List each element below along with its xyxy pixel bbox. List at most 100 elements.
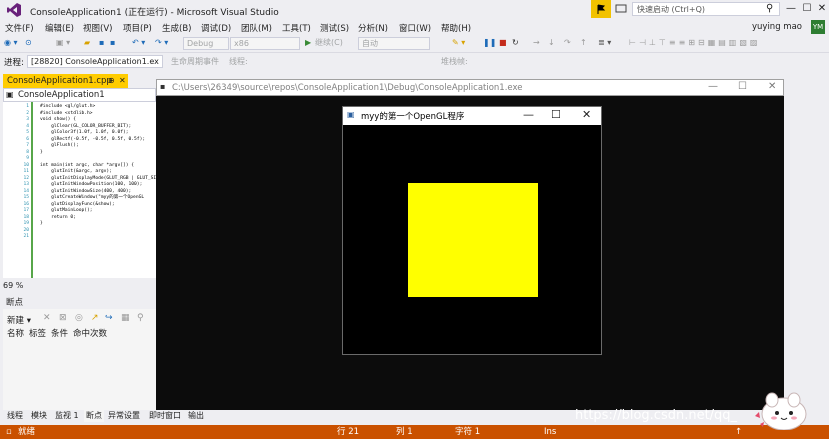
- thread-label: 线程:: [229, 57, 248, 66]
- status-character: 字符 1: [455, 427, 481, 437]
- menu-tools[interactable]: 工具(T): [282, 22, 311, 34]
- search-icon[interactable]: ⚲: [137, 313, 144, 323]
- export-icon[interactable]: ↗: [91, 313, 99, 323]
- search-icon: ⚲: [766, 3, 774, 14]
- platform-dropdown[interactable]: x86: [230, 37, 300, 50]
- menu-view[interactable]: 视图(V): [83, 22, 112, 34]
- show-next-statement-icon[interactable]: →: [533, 37, 540, 49]
- tab-immediate-window[interactable]: 即时窗口: [149, 410, 181, 422]
- console-icon: ▪: [160, 82, 166, 91]
- breakpoints-title: 断点: [6, 298, 24, 308]
- menu-file[interactable]: 文件(F): [5, 22, 34, 34]
- open-folder-icon[interactable]: ▰: [84, 37, 90, 49]
- status-column: 列 1: [396, 427, 413, 437]
- minimize-button[interactable]: —: [784, 2, 798, 16]
- close-tab-icon[interactable]: ✕: [119, 76, 126, 85]
- tab-threads[interactable]: 线程: [7, 410, 23, 422]
- status-icon: ▫: [6, 427, 12, 437]
- code-text[interactable]: #include <gl/glut.h> #include <stdlib.h>…: [40, 104, 156, 228]
- opengl-minimize-button[interactable]: —: [523, 108, 534, 121]
- restart-icon[interactable]: ↻: [512, 37, 519, 49]
- watermark-url: https://blog.csdn.net/qq_: [575, 408, 738, 423]
- menu-bar: 文件(F) 编辑(E) 视图(V) 项目(P) 生成(B) 调试(D) 团队(M…: [0, 21, 829, 35]
- columns-icon[interactable]: ▦: [121, 313, 130, 323]
- menu-window[interactable]: 窗口(W): [399, 22, 431, 34]
- step-over-icon[interactable]: ↷: [564, 37, 571, 49]
- user-name[interactable]: yuying mao: [752, 22, 802, 32]
- new-breakpoint-button[interactable]: 新建 ▾: [7, 314, 31, 326]
- continue-button[interactable]: 继续(C): [315, 37, 343, 49]
- configuration-dropdown[interactable]: Debug: [183, 37, 229, 50]
- status-line: 行 21: [337, 427, 360, 437]
- column-hit-count[interactable]: 命中次数: [73, 328, 107, 340]
- status-state: 就绪: [18, 427, 36, 437]
- menu-team[interactable]: 团队(M): [241, 22, 272, 34]
- menu-edit[interactable]: 编辑(E): [45, 22, 74, 34]
- console-maximize-button[interactable]: ☐: [738, 81, 747, 92]
- standard-toolbar: ◉ ▾ ⊙ ▣ ▾ ▰ ▪ ▪ ↶ ▾ ↷ ▾ Debug x86 ▶ 继续(C…: [0, 35, 829, 53]
- save-all-icon[interactable]: ▪: [110, 37, 115, 49]
- status-bar: ▫ 就绪 行 21 列 1 字符 1 Ins ↑: [0, 425, 829, 439]
- forward-icon[interactable]: ⊙: [25, 37, 32, 49]
- undo-icon[interactable]: ↶ ▾: [132, 37, 145, 49]
- toggle-breakpoints-icon[interactable]: ◎: [75, 313, 83, 323]
- back-icon[interactable]: ◉ ▾: [4, 37, 18, 49]
- tab-output[interactable]: 输出: [188, 410, 204, 422]
- continue-icon[interactable]: ▶: [305, 37, 311, 49]
- launch-dropdown[interactable]: 自动: [358, 37, 430, 50]
- alignment-tools-icon[interactable]: ⊢⊣⊥⊤≡≡⊞⊟▦▤▥▧▨: [629, 37, 760, 49]
- line-number: 21: [23, 234, 29, 239]
- line-numbers: 1 2 3 4 5 6 7 8 9 10 11 12 13 14 15 16 17 18 19 20 21: [3, 104, 29, 241]
- menu-debug[interactable]: 调试(D): [201, 22, 231, 34]
- opengl-close-button[interactable]: ✕: [582, 108, 591, 121]
- tab-watch-1[interactable]: 监视 1: [55, 410, 79, 422]
- menu-help[interactable]: 帮助(H): [441, 22, 471, 34]
- menu-analyze[interactable]: 分析(N): [358, 22, 388, 34]
- opengl-maximize-button[interactable]: ☐: [551, 108, 561, 121]
- save-icon[interactable]: ▪: [99, 37, 104, 49]
- console-minimize-button[interactable]: —: [708, 81, 718, 92]
- quick-launch-input[interactable]: 快速启动 (Ctrl+Q): [632, 2, 780, 16]
- format-icon[interactable]: ≣ ▾: [598, 37, 611, 49]
- column-label[interactable]: 标签: [29, 328, 46, 340]
- new-project-icon[interactable]: ▣ ▾: [56, 37, 70, 49]
- project-icon: ▣: [6, 90, 14, 99]
- column-name[interactable]: 名称: [7, 328, 24, 340]
- opengl-app-icon: ▣: [347, 110, 355, 119]
- notification-flag-icon[interactable]: [591, 0, 611, 18]
- delete-all-icon[interactable]: ⊠: [59, 313, 67, 323]
- menu-project[interactable]: 项目(P): [123, 22, 152, 34]
- menu-test[interactable]: 测试(S): [320, 22, 349, 34]
- opengl-window-title: myy的第一个OpenGL程序: [361, 112, 465, 122]
- process-dropdown[interactable]: [28820] ConsoleApplication1.ex: [27, 55, 163, 68]
- project-navigation-dropdown[interactable]: ConsoleApplication1: [3, 88, 156, 102]
- feedback-icon[interactable]: [615, 3, 627, 18]
- redo-icon[interactable]: ↷ ▾: [155, 37, 168, 49]
- maximize-button[interactable]: ☐: [800, 2, 814, 16]
- breakpoints-columns: 名称 标签 条件 命中次数: [3, 328, 156, 340]
- hot-reload-icon[interactable]: ✎ ▾: [452, 37, 465, 49]
- menu-build[interactable]: 生成(B): [162, 22, 191, 34]
- avatar[interactable]: YM: [811, 20, 825, 34]
- tab-breakpoints[interactable]: 断点: [84, 410, 104, 422]
- zoom-level[interactable]: 69 %: [3, 280, 156, 291]
- step-into-icon[interactable]: ↓: [548, 37, 555, 49]
- stop-icon[interactable]: ■: [499, 37, 507, 49]
- tab-exception-settings[interactable]: 异常设置: [108, 410, 140, 422]
- column-condition[interactable]: 条件: [51, 328, 68, 340]
- close-button[interactable]: ✕: [815, 2, 829, 16]
- lifecycle-events-button[interactable]: 生命周期事件: [171, 56, 219, 67]
- delete-breakpoint-icon[interactable]: ✕: [43, 313, 51, 323]
- tab-modules[interactable]: 模块: [31, 410, 47, 422]
- publish-icon[interactable]: ↑: [735, 425, 742, 439]
- breakpoints-toolbar: 新建 ▾ ✕ ⊠ ◎ ↗ ↪ ▦ ⚲: [3, 312, 156, 326]
- console-path: C:\Users\26349\source\repos\ConsoleAppli…: [172, 83, 523, 93]
- yellow-rectangle: [408, 183, 538, 297]
- visual-studio-logo-icon: [7, 3, 21, 17]
- code-editor[interactable]: 1 2 3 4 5 6 7 8 9 10 11 12 13 14 15 16 17 18 19 20 21 #inclu…: [3, 102, 156, 278]
- step-out-icon[interactable]: ↑: [580, 37, 587, 49]
- console-close-button[interactable]: ✕: [768, 81, 776, 92]
- pause-icon[interactable]: ❚❚: [483, 37, 496, 49]
- pin-tab-icon[interactable]: ⊕: [108, 76, 115, 85]
- go-to-source-icon[interactable]: ↪: [105, 313, 113, 323]
